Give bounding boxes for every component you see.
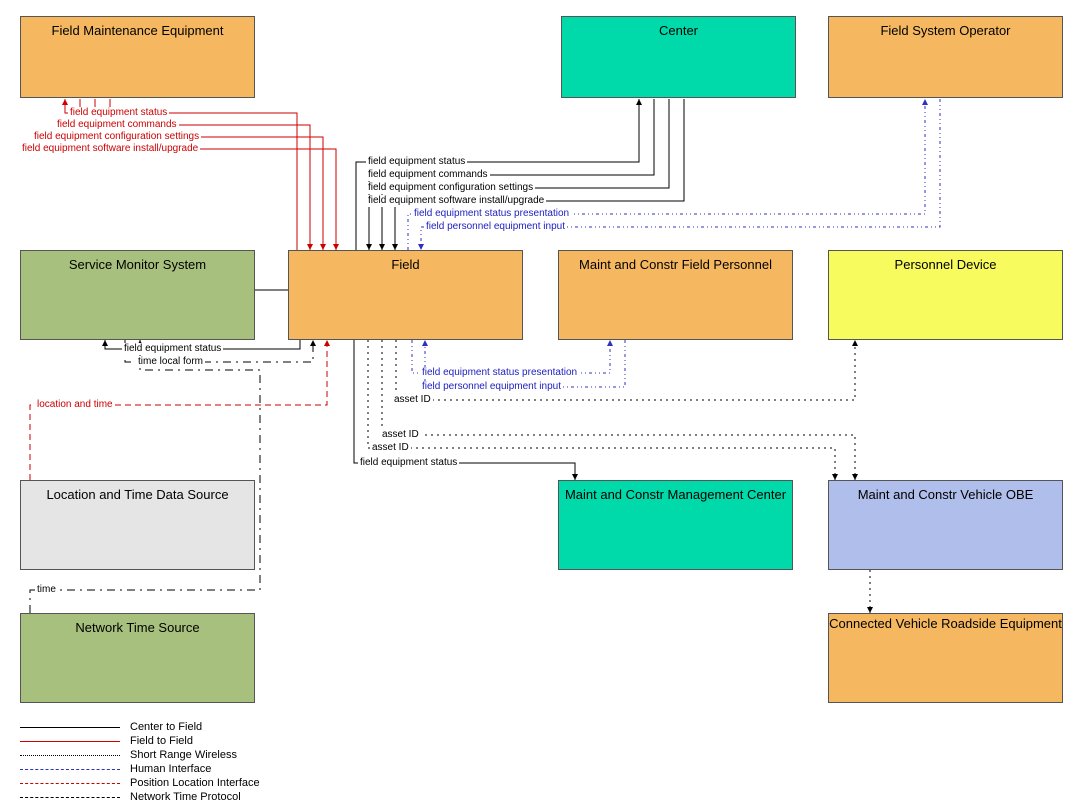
node-center[interactable]: Center <box>561 16 796 98</box>
node-field[interactable]: Field <box>288 250 523 340</box>
node-label: Field System Operator <box>880 23 1010 38</box>
flow-label: time <box>35 584 58 596</box>
legend-label: Position Location Interface <box>130 777 260 789</box>
legend-row: Position Location Interface <box>20 776 260 790</box>
node-field-maintenance-equipment[interactable]: Field Maintenance Equipment <box>20 16 255 98</box>
node-label: Location and Time Data Source <box>46 487 228 502</box>
node-connected-vehicle-roadside-equipment[interactable]: Connected Vehicle Roadside Equipment <box>828 613 1063 703</box>
node-label: Field <box>391 257 419 272</box>
legend: Center to Field Field to Field Short Ran… <box>20 720 260 804</box>
node-personnel-device[interactable]: Personnel Device <box>828 250 1063 340</box>
node-network-time-source[interactable]: Network Time Source <box>20 613 255 703</box>
node-label: Field Maintenance Equipment <box>52 23 224 38</box>
node-label: Connected Vehicle Roadside Equipment <box>829 616 1062 631</box>
node-label: Network Time Source <box>75 620 199 635</box>
node-location-time-data-source[interactable]: Location and Time Data Source <box>20 480 255 570</box>
flow-label: field personnel equipment input <box>420 381 563 393</box>
flow-label: field equipment status presentation <box>412 208 571 220</box>
legend-swatch <box>20 797 120 798</box>
flow-label: field equipment status <box>358 457 459 469</box>
node-label: Service Monitor System <box>69 257 206 272</box>
node-label: Center <box>659 23 698 38</box>
flow-label: field equipment status <box>366 156 467 168</box>
legend-row: Short Range Wireless <box>20 748 260 762</box>
legend-row: Human Interface <box>20 762 260 776</box>
legend-label: Short Range Wireless <box>130 749 237 761</box>
flow-label: field equipment commands <box>55 119 179 131</box>
node-service-monitor-system[interactable]: Service Monitor System <box>20 250 255 340</box>
legend-label: Human Interface <box>130 763 211 775</box>
flow-label: field equipment commands <box>366 169 490 181</box>
node-maint-constr-management-center[interactable]: Maint and Constr Management Center <box>558 480 793 570</box>
legend-swatch <box>20 783 120 784</box>
flow-label: field equipment status <box>68 107 169 119</box>
flow-label: asset ID <box>380 429 421 441</box>
legend-row: Field to Field <box>20 734 260 748</box>
node-maint-constr-field-personnel[interactable]: Maint and Constr Field Personnel <box>558 250 793 340</box>
legend-label: Center to Field <box>130 721 202 733</box>
legend-swatch <box>20 769 120 770</box>
diagram-canvas: Field Maintenance Equipment Center Field… <box>0 0 1073 809</box>
node-label: Maint and Constr Vehicle OBE <box>858 487 1034 502</box>
flow-label: field equipment software install/upgrade <box>366 195 546 207</box>
node-field-system-operator[interactable]: Field System Operator <box>828 16 1063 98</box>
legend-swatch <box>20 755 120 756</box>
flow-label: asset ID <box>370 442 411 454</box>
legend-swatch <box>20 741 120 742</box>
node-label: Maint and Constr Management Center <box>565 487 786 502</box>
node-label: Personnel Device <box>895 257 997 272</box>
flow-label: field equipment software install/upgrade <box>20 143 200 155</box>
flow-label: location and time <box>35 399 115 411</box>
legend-swatch <box>20 727 120 728</box>
flow-label: time local form <box>136 356 205 368</box>
flow-label: field personnel equipment input <box>424 221 567 233</box>
node-maint-constr-vehicle-obe[interactable]: Maint and Constr Vehicle OBE <box>828 480 1063 570</box>
flow-label: field equipment configuration settings <box>32 131 201 143</box>
flow-label: field equipment status <box>122 343 223 355</box>
legend-row: Center to Field <box>20 720 260 734</box>
legend-row: Network Time Protocol <box>20 790 260 804</box>
flow-label: field equipment status presentation <box>420 367 579 379</box>
flow-label: asset ID <box>392 394 433 406</box>
node-label: Maint and Constr Field Personnel <box>579 257 772 272</box>
legend-label: Field to Field <box>130 735 193 747</box>
legend-label: Network Time Protocol <box>130 791 241 803</box>
flow-label: field equipment configuration settings <box>366 182 535 194</box>
